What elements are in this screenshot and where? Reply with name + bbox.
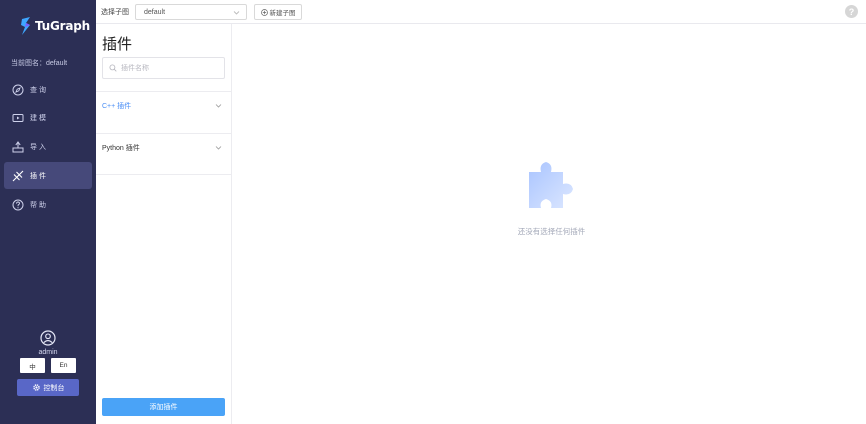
sidebar-item-label: 建 模: [30, 115, 46, 123]
sidebar-nav: 查 询 建 模 导 入 插 件 帮 助: [4, 76, 92, 220]
chevron-down-icon: [233, 11, 240, 15]
subgraph-label: 选择子图: [101, 9, 129, 16]
chevron-down-icon: [215, 104, 222, 108]
plugin-search-input[interactable]: 插件名称: [102, 57, 225, 79]
new-subgraph-button[interactable]: 新建子图: [254, 4, 302, 20]
sidebar: TuGraph 当前图名：default 查 询 建 模 导 入 插 件 帮 助…: [0, 0, 96, 424]
console-label: 控制台: [43, 384, 65, 392]
sidebar-item-import[interactable]: 导 入: [4, 134, 92, 161]
help-corner-icon[interactable]: ?: [845, 5, 858, 18]
logo[interactable]: TuGraph: [20, 16, 90, 36]
plugin-icon: [12, 170, 24, 182]
subgraph-select[interactable]: default: [135, 4, 247, 20]
plus-circle-icon: [260, 8, 268, 16]
sidebar-item-label: 导 入: [30, 144, 46, 152]
sidebar-item-plugin[interactable]: 插 件: [4, 162, 92, 190]
lang-en-button[interactable]: En: [51, 358, 76, 373]
sidebar-item-label: 帮 助: [30, 201, 46, 209]
add-plugin-button[interactable]: 添加插件: [102, 398, 225, 416]
username: admin: [38, 349, 58, 356]
new-subgraph-label: 新建子图: [269, 10, 296, 17]
compass-icon: [12, 84, 24, 96]
console-button[interactable]: 控制台: [17, 379, 79, 396]
sidebar-item-model[interactable]: 建 模: [4, 105, 92, 132]
gear-icon: [32, 384, 40, 391]
section-cpp-plugins[interactable]: C++ 插件: [96, 91, 232, 133]
subgraph-value: default: [144, 8, 166, 16]
help-icon: [12, 199, 24, 211]
sidebar-item-label: 查 询: [30, 86, 46, 94]
main-content: 还没有选择任何插件: [232, 24, 866, 424]
tugraph-logo-icon: [21, 17, 30, 35]
panel-title: 插件: [102, 36, 133, 53]
section-python-plugins[interactable]: Python 插件: [96, 133, 232, 175]
import-icon: [12, 141, 24, 153]
puzzle-piece-icon: [529, 162, 573, 208]
lang-zh-button[interactable]: 中: [20, 358, 45, 373]
section-label: Python 插件: [102, 145, 140, 152]
sidebar-item-query[interactable]: 查 询: [4, 76, 92, 103]
logo-text: TuGraph: [35, 19, 91, 33]
sidebar-item-label: 插 件: [30, 172, 46, 180]
search-icon: [109, 64, 117, 72]
search-placeholder: 插件名称: [121, 65, 149, 72]
empty-state-text: 还没有选择任何插件: [517, 227, 586, 236]
user-block: admin 中 En 控制台: [0, 330, 96, 396]
language-switch: 中 En: [20, 358, 76, 373]
model-icon: [12, 112, 24, 124]
current-graph-label: 当前图名：default: [11, 60, 68, 67]
plugin-panel: 插件 插件名称 C++ 插件 Python 插件 添加插件: [96, 24, 232, 424]
avatar-icon[interactable]: [40, 330, 56, 348]
sidebar-item-help[interactable]: 帮 助: [4, 191, 92, 218]
top-bar: 选择子图 default 新建子图 ?: [96, 0, 866, 24]
chevron-down-icon: [215, 146, 222, 150]
section-label: C++ 插件: [102, 103, 132, 110]
